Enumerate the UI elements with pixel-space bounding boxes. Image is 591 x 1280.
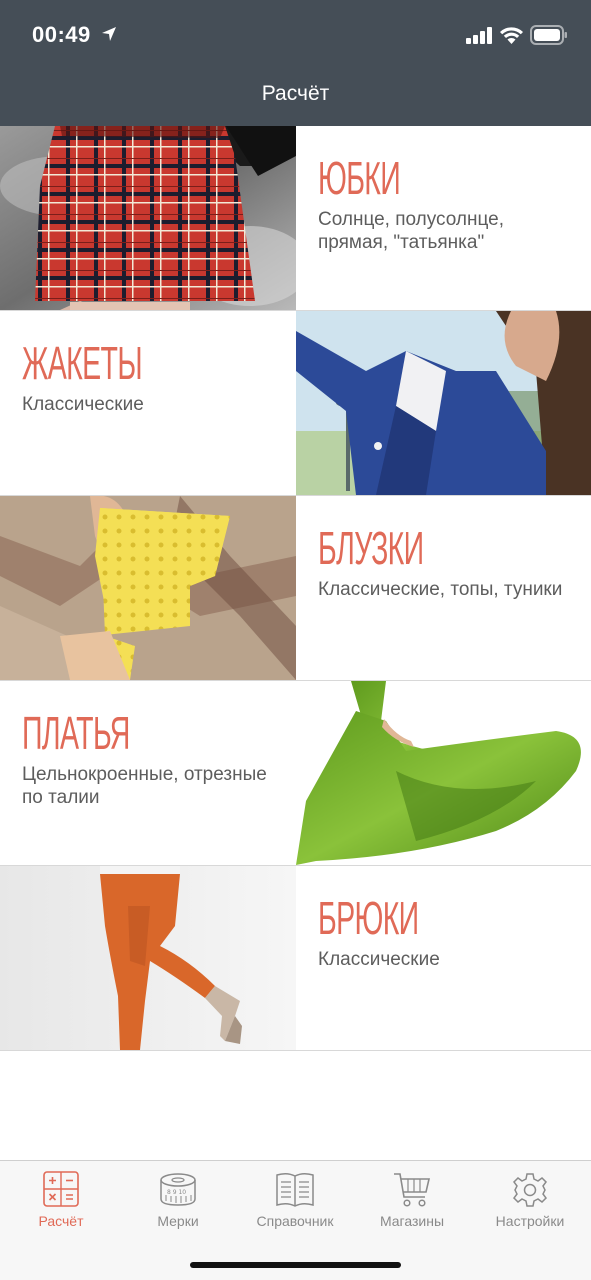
category-title: БЛУЗКИ	[318, 522, 424, 574]
trousers-image	[0, 866, 296, 1050]
category-row-skirts[interactable]: ЮБКИ Солнце, полусолнце, прямая, "татьян…	[0, 126, 591, 311]
category-list: ЮБКИ Солнце, полусолнце, прямая, "татьян…	[0, 126, 591, 1051]
home-indicator[interactable]	[190, 1262, 401, 1268]
gear-icon	[513, 1173, 547, 1207]
tab-measurements[interactable]: 8 9 10 Мерки	[119, 1161, 237, 1241]
category-subtitle: Классические	[22, 394, 144, 415]
svg-text:8 9 10: 8 9 10	[167, 1189, 186, 1196]
category-subtitle: Солнце, полусолнце, прямая, "татьянка"	[318, 209, 505, 253]
location-arrow-icon	[102, 27, 116, 41]
tab-reference[interactable]: Справочник	[236, 1161, 354, 1241]
tab-settings[interactable]: Настройки	[471, 1161, 589, 1241]
category-row-dresses[interactable]: ПЛАТЬЯ Цельнокроенные, отрезные по талии	[0, 681, 591, 866]
dresses-text: ПЛАТЬЯ Цельнокроенные, отрезные по талии	[22, 681, 317, 865]
jackets-text: ЖАКЕТЫ Классические	[22, 311, 317, 495]
battery-icon	[530, 25, 567, 45]
cellular-signal-icon	[466, 27, 492, 44]
category-row-trousers[interactable]: БРЮКИ Классические	[0, 866, 591, 1051]
category-title: БРЮКИ	[318, 892, 419, 944]
skirts-text: ЮБКИ Солнце, полусолнце, прямая, "татьян…	[318, 126, 591, 310]
tab-label: Мерки	[157, 1213, 199, 1229]
status-time: 00:49	[32, 22, 91, 47]
tab-shops[interactable]: Магазины	[353, 1161, 471, 1241]
category-row-jackets[interactable]: ЖАКЕТЫ Классические	[0, 311, 591, 496]
jackets-image	[296, 311, 591, 495]
calculator-icon	[43, 1171, 79, 1207]
tab-label: Справочник	[256, 1213, 334, 1229]
trousers-text: БРЮКИ Классические	[318, 866, 591, 1050]
category-title: ПЛАТЬЯ	[22, 707, 130, 759]
tab-label: Настройки	[495, 1213, 565, 1229]
category-subtitle: Классические	[318, 949, 440, 970]
blouses-text: БЛУЗКИ Классические, топы, туники	[318, 496, 591, 680]
skirts-image	[0, 126, 296, 310]
category-subtitle: Цельнокроенные, отрезные по талии	[22, 764, 267, 808]
dresses-image	[296, 681, 591, 865]
book-icon	[276, 1172, 314, 1207]
tab-calculation[interactable]: Расчёт	[2, 1161, 120, 1241]
header: 00:49 Расчёт	[0, 0, 591, 126]
shopping-cart-icon	[394, 1173, 431, 1207]
wifi-icon	[500, 27, 523, 44]
tab-label: Магазины	[379, 1213, 445, 1229]
category-row-blouses[interactable]: БЛУЗКИ Классические, топы, туники	[0, 496, 591, 681]
blouses-image	[0, 496, 296, 680]
measuring-tape-icon: 8 9 10	[160, 1173, 196, 1206]
tab-label: Расчёт	[38, 1213, 84, 1229]
category-title: ЮБКИ	[318, 152, 401, 204]
page-title: Расчёт	[261, 82, 330, 105]
category-title: ЖАКЕТЫ	[22, 337, 143, 389]
category-subtitle: Классические, топы, туники	[318, 579, 563, 600]
